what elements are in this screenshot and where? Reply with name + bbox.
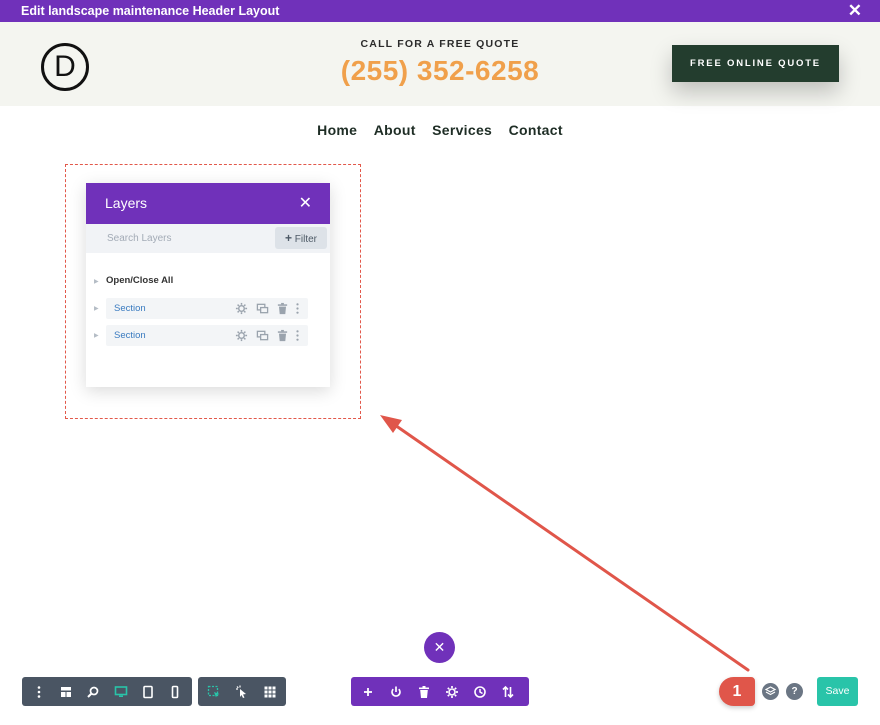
call-label: CALL FOR A FREE QUOTE <box>300 38 580 50</box>
pointer-click-icon <box>235 685 249 699</box>
layout-icon <box>59 685 73 699</box>
layer-row-label[interactable]: Section <box>114 298 146 319</box>
magnifier-icon <box>86 685 100 699</box>
phone-icon <box>168 685 182 699</box>
open-close-all-toggle[interactable]: Open/Close All <box>106 275 173 286</box>
save-button[interactable]: Save <box>817 677 858 706</box>
layer-row[interactable]: Section <box>106 298 308 319</box>
portability-button[interactable] <box>494 677 522 706</box>
main-nav: Home About Services Contact <box>0 122 880 140</box>
expand-triangle-icon[interactable]: ▶ <box>94 332 99 339</box>
help-button[interactable]: ? <box>786 683 803 700</box>
layer-row[interactable]: Section <box>106 325 308 346</box>
add-button[interactable] <box>354 677 382 706</box>
expand-triangle-icon[interactable]: ▶ <box>94 305 99 312</box>
delete-button[interactable] <box>410 677 438 706</box>
site-logo[interactable]: D <box>41 43 89 91</box>
more-options-icon[interactable] <box>291 329 304 342</box>
trash-icon <box>417 685 431 699</box>
tablet-view-button[interactable] <box>134 677 161 706</box>
phone-number[interactable]: (255) 352-6258 <box>290 55 590 87</box>
duplicate-icon[interactable] <box>256 302 269 315</box>
nav-item-contact[interactable]: Contact <box>509 122 563 138</box>
gear-icon[interactable] <box>235 329 248 342</box>
nav-item-home[interactable]: Home <box>317 122 357 138</box>
layers-icon <box>762 683 779 700</box>
grid-icon <box>263 685 277 699</box>
menu-dots-button[interactable] <box>25 677 52 706</box>
filter-label: Filter <box>295 234 317 245</box>
layers-panel: Layers ✕ + Filter ▶ Open/Close All ▶ Sec… <box>86 183 330 387</box>
more-options-icon[interactable] <box>291 302 304 315</box>
layers-toggle-button[interactable] <box>762 683 779 700</box>
disable-button[interactable] <box>382 677 410 706</box>
select-icon <box>207 685 221 699</box>
gear-icon[interactable] <box>235 302 248 315</box>
desktop-view-button[interactable] <box>107 677 134 706</box>
window-close-icon[interactable]: ✕ <box>848 0 862 22</box>
zoom-button[interactable] <box>80 677 107 706</box>
nav-item-services[interactable]: Services <box>432 122 492 138</box>
close-builder-button[interactable]: ✕ <box>424 632 455 663</box>
window-titlebar: Edit landscape maintenance Header Layout… <box>0 0 880 22</box>
phone-view-button[interactable] <box>162 677 189 706</box>
clock-icon <box>473 685 487 699</box>
view-toolbar <box>22 677 192 706</box>
layers-panel-header[interactable]: Layers ✕ <box>86 183 330 224</box>
layers-search-bar: + Filter <box>86 224 330 253</box>
select-mode-button[interactable] <box>200 677 228 706</box>
filter-button[interactable]: + Filter <box>275 227 327 249</box>
layers-search-input[interactable] <box>86 224 271 253</box>
power-icon <box>389 685 403 699</box>
history-button[interactable] <box>466 677 494 706</box>
selection-toolbar <box>198 677 286 706</box>
window-title: Edit landscape maintenance Header Layout <box>21 4 279 18</box>
plus-icon: + <box>285 231 292 245</box>
settings-button[interactable] <box>438 677 466 706</box>
layer-row-label[interactable]: Section <box>114 325 146 346</box>
expand-triangle-icon[interactable]: ▶ <box>94 278 99 285</box>
wireframe-view-button[interactable] <box>52 677 79 706</box>
vertical-dots-icon <box>32 685 46 699</box>
page-actions-toolbar <box>351 677 529 706</box>
duplicate-icon[interactable] <box>256 329 269 342</box>
gear-icon <box>445 685 459 699</box>
grid-mode-button[interactable] <box>256 677 284 706</box>
trash-icon[interactable] <box>276 329 289 342</box>
free-quote-button[interactable]: FREE ONLINE QUOTE <box>672 45 839 82</box>
layers-close-icon[interactable]: ✕ <box>299 183 312 224</box>
desktop-icon <box>114 685 128 699</box>
tablet-icon <box>141 685 155 699</box>
step-number-badge: 1 <box>719 677 755 706</box>
layers-panel-title: Layers <box>105 195 147 211</box>
nav-item-about[interactable]: About <box>374 122 416 138</box>
sort-arrows-icon <box>501 685 515 699</box>
click-mode-button[interactable] <box>228 677 256 706</box>
plus-icon <box>361 685 375 699</box>
trash-icon[interactable] <box>276 302 289 315</box>
